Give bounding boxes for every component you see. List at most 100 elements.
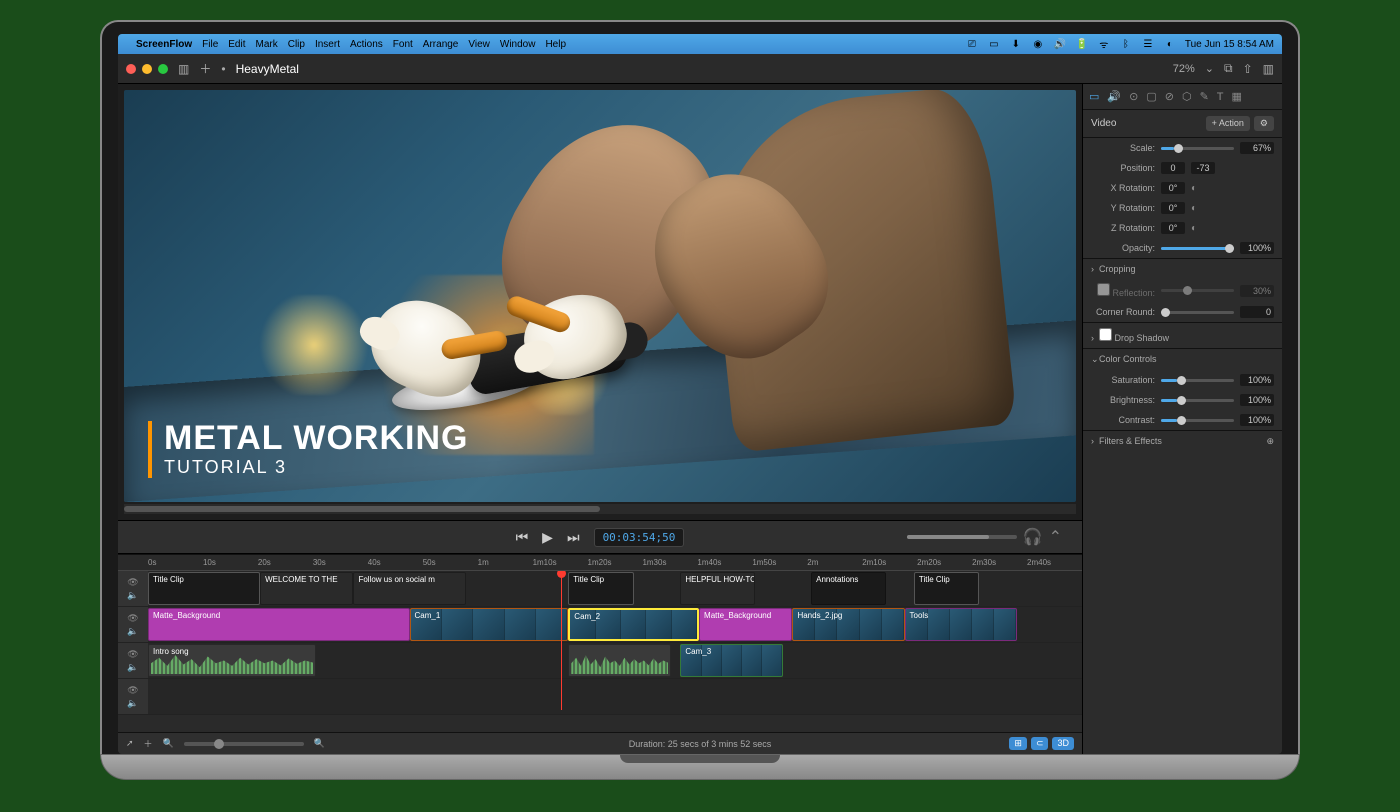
gear-icon[interactable]: ⚙: [1254, 116, 1274, 131]
clip[interactable]: Title Clip: [914, 572, 979, 605]
maximize-button[interactable]: [158, 64, 168, 74]
inspector-toggle-icon[interactable]: ▥: [1263, 62, 1274, 76]
play-button[interactable]: ▶: [542, 529, 553, 546]
minimize-button[interactable]: [142, 64, 152, 74]
bluetooth-icon[interactable]: ᛒ: [1119, 37, 1133, 51]
clip[interactable]: Title Clip: [148, 572, 260, 605]
clip[interactable]: Matte_Background: [148, 608, 410, 641]
wifi-icon[interactable]: ᯤ: [1097, 37, 1111, 51]
canvas-scrollbar[interactable]: [124, 504, 1076, 514]
volume-slider[interactable]: [907, 535, 1017, 539]
media-tab-icon[interactable]: ▦: [1232, 90, 1242, 103]
reflection-value[interactable]: 30%: [1240, 285, 1274, 297]
video-canvas[interactable]: METAL WORKING TUTORIAL 3: [124, 90, 1076, 502]
menu-help[interactable]: Help: [545, 39, 566, 50]
magnet-icon[interactable]: ⊂: [1031, 737, 1049, 750]
controlcenter-icon[interactable]: ☰: [1141, 37, 1155, 51]
sidebar-toggle-icon[interactable]: ▥: [178, 62, 189, 76]
menu-font[interactable]: Font: [393, 39, 413, 50]
prev-button[interactable]: ⏮: [516, 529, 529, 546]
corner-slider[interactable]: [1161, 311, 1234, 314]
clip[interactable]: Title Clip: [568, 572, 633, 605]
next-button[interactable]: ⏭: [567, 529, 580, 546]
add-action-button[interactable]: + Action: [1206, 116, 1250, 131]
audio-tab-icon[interactable]: 🔊: [1107, 90, 1121, 103]
zoom-out-icon[interactable]: 🔍: [163, 738, 174, 749]
3d-button[interactable]: 3D: [1052, 737, 1074, 750]
contrast-value[interactable]: 100%: [1240, 414, 1274, 426]
reflection-checkbox[interactable]: [1097, 283, 1110, 296]
xrot-value[interactable]: 0°: [1161, 182, 1185, 194]
close-button[interactable]: [126, 64, 136, 74]
clip[interactable]: HELPFUL HOW-TO: [680, 572, 755, 605]
dropshadow-section[interactable]: › Drop Shadow: [1083, 322, 1282, 348]
share-icon[interactable]: ⇧: [1243, 62, 1253, 76]
cc-icon[interactable]: ◉: [1031, 37, 1045, 51]
position-x[interactable]: 0: [1161, 162, 1185, 174]
clip[interactable]: Follow us on social m: [353, 572, 465, 605]
annotations-tab-icon[interactable]: ⬡: [1182, 90, 1192, 103]
app-name[interactable]: ScreenFlow: [136, 39, 192, 50]
colorcontrols-section[interactable]: ⌄Color Controls: [1083, 348, 1282, 370]
scale-slider[interactable]: [1161, 147, 1234, 150]
reflection-slider[interactable]: [1161, 289, 1234, 292]
yrot-value[interactable]: 0°: [1161, 202, 1185, 214]
dropbox-icon[interactable]: ⬇: [1009, 37, 1023, 51]
video-tab-icon[interactable]: ▭: [1089, 90, 1099, 103]
canvas-zoom[interactable]: 72%: [1173, 63, 1195, 75]
zoom-in-icon[interactable]: 🔍: [314, 738, 325, 749]
brightness-value[interactable]: 100%: [1240, 394, 1274, 406]
menu-mark[interactable]: Mark: [256, 39, 278, 50]
volume-icon[interactable]: 🔊: [1053, 37, 1067, 51]
opacity-slider[interactable]: [1161, 247, 1234, 250]
clip[interactable]: Cam_2: [568, 608, 699, 641]
pointer-tool-icon[interactable]: ➚: [126, 738, 134, 749]
clip[interactable]: Annotations: [811, 572, 886, 605]
clip[interactable]: Tools: [905, 608, 1017, 641]
add-track-icon[interactable]: ＋: [144, 737, 153, 750]
saturation-value[interactable]: 100%: [1240, 374, 1274, 386]
saturation-slider[interactable]: [1161, 379, 1234, 382]
corner-value[interactable]: 0: [1240, 306, 1274, 318]
time-ruler[interactable]: 0s10s20s30s40s50s1m1m10s1m20s1m30s1m40s1…: [118, 555, 1082, 571]
menu-arrange[interactable]: Arrange: [423, 39, 459, 50]
menu-insert[interactable]: Insert: [315, 39, 340, 50]
battery-icon[interactable]: 🔋: [1075, 37, 1089, 51]
clip[interactable]: Hands_2.jpg: [792, 608, 904, 641]
dropshadow-checkbox[interactable]: [1099, 328, 1112, 341]
add-button[interactable]: ＋: [199, 60, 211, 77]
rotation-dial-icon[interactable]: ◐: [1191, 203, 1197, 214]
clip[interactable]: [568, 644, 671, 677]
menu-edit[interactable]: Edit: [228, 39, 245, 50]
clip[interactable]: Cam_1: [410, 608, 569, 641]
contrast-slider[interactable]: [1161, 419, 1234, 422]
rotation-dial-icon[interactable]: ◐: [1191, 223, 1197, 234]
headphones-icon[interactable]: 🎧: [1023, 527, 1043, 547]
title-overlay[interactable]: METAL WORKING TUTORIAL 3: [148, 421, 469, 478]
camera-icon[interactable]: ⎚: [965, 37, 979, 51]
menubar-datetime[interactable]: Tue Jun 15 8:54 AM: [1185, 39, 1274, 50]
crop-icon[interactable]: ⧉: [1224, 61, 1233, 76]
menu-window[interactable]: Window: [500, 39, 536, 50]
menu-clip[interactable]: Clip: [288, 39, 305, 50]
cropping-section[interactable]: ›Cropping: [1083, 258, 1282, 279]
menu-actions[interactable]: Actions: [350, 39, 383, 50]
clip[interactable]: Cam_3: [680, 644, 783, 677]
timecode-display[interactable]: 00:03:54;50: [594, 528, 685, 547]
snap-button[interactable]: ⊞: [1009, 737, 1027, 750]
opacity-value[interactable]: 100%: [1240, 242, 1274, 254]
collapse-icon[interactable]: ⌃: [1049, 527, 1062, 547]
clip[interactable]: WELCOME TO THE: [260, 572, 353, 605]
siri-icon[interactable]: ◐: [1163, 37, 1177, 51]
playhead[interactable]: [561, 571, 562, 710]
menu-view[interactable]: View: [468, 39, 490, 50]
display-icon[interactable]: ▭: [987, 37, 1001, 51]
zoom-chevron-icon[interactable]: ⌄: [1205, 62, 1214, 75]
zrot-value[interactable]: 0°: [1161, 222, 1185, 234]
clip[interactable]: Matte_Background: [699, 608, 792, 641]
callout-tab-icon[interactable]: ▢: [1146, 90, 1156, 103]
scale-value[interactable]: 67%: [1240, 142, 1274, 154]
clip[interactable]: Intro song: [148, 644, 316, 677]
screen-tab-icon[interactable]: ⊙: [1129, 90, 1138, 103]
menu-file[interactable]: File: [202, 39, 218, 50]
